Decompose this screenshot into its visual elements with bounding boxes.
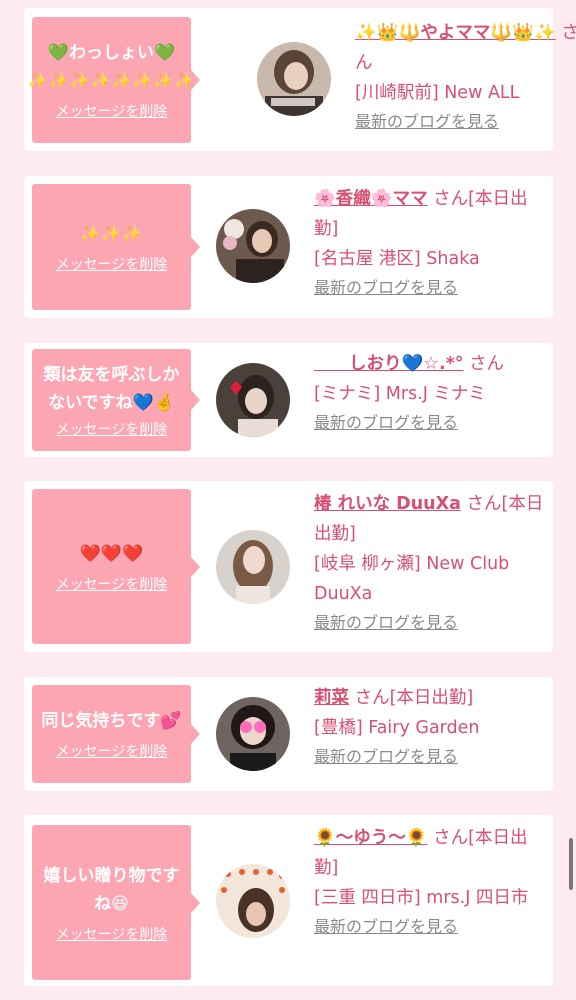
message-bubble: 嬉しい贈り物ですね😆 メッセージを削除 bbox=[32, 825, 200, 980]
delete-message-link[interactable]: メッセージを削除 bbox=[56, 741, 168, 761]
avatar[interactable] bbox=[216, 363, 290, 437]
avatar-photo bbox=[257, 42, 331, 116]
message-text: ✨✨✨ bbox=[80, 224, 143, 243]
avatar-photo bbox=[216, 209, 290, 283]
avatar-photo bbox=[216, 864, 290, 938]
avatar[interactable] bbox=[216, 209, 290, 283]
message-card: ❤️❤️❤️ メッセージを削除 椿 れいな DuuXa さん[本日出勤] [岐阜… bbox=[24, 481, 553, 652]
message-card: 同じ気持ちです💕 メッセージを削除 莉菜 さん[本日出勤] [豊橋] Fairy… bbox=[24, 677, 553, 791]
message-card: 💚わっしょい💚 ✨✨✨✨✨✨✨✨ メッセージを削除 ✨👑🔱やよママ🔱👑✨ さん … bbox=[24, 8, 576, 151]
user-info: 椿 れいな DuuXa さん[本日出勤] [岐阜 柳ヶ瀬] New Club D… bbox=[314, 489, 546, 637]
avatar[interactable] bbox=[216, 697, 290, 771]
user-info: 莉菜 さん[本日出勤] [豊橋] Fairy Garden 最新のブログを見る bbox=[314, 683, 546, 771]
user-name-link[interactable]: 椿 れいな DuuXa bbox=[314, 494, 461, 514]
avatar-photo bbox=[216, 697, 290, 771]
user-location: [川崎駅前] New ALL bbox=[355, 83, 520, 103]
latest-blog-link[interactable]: 最新のブログを見る bbox=[314, 913, 546, 941]
message-bubble: 類は友を呼ぶしかないですね💙🤞 メッセージを削除 bbox=[32, 349, 200, 451]
latest-blog-link[interactable]: 最新のブログを見る bbox=[314, 274, 546, 302]
avatar[interactable] bbox=[216, 530, 290, 604]
message-bubble: 💚わっしょい💚 ✨✨✨✨✨✨✨✨ メッセージを削除 bbox=[28, 17, 200, 143]
delete-message-link[interactable]: メッセージを削除 bbox=[56, 101, 168, 121]
message-text: 同じ気持ちです💕 bbox=[41, 711, 182, 731]
user-info: ✨👑🔱やよママ🔱👑✨ さん [川崎駅前] New ALL 最新のブログを見る bbox=[355, 18, 576, 136]
user-info: しおり💙☆.*° さん [ミナミ] Mrs.J ミナミ 最新のブログを見る bbox=[314, 349, 546, 437]
user-name-link[interactable]: 🌻〜ゆう〜🌻 bbox=[314, 828, 428, 848]
avatar[interactable] bbox=[257, 42, 331, 116]
user-suffix: さん bbox=[469, 354, 505, 374]
delete-message-link[interactable]: メッセージを削除 bbox=[56, 254, 168, 274]
message-bubble: ✨✨✨ メッセージを削除 bbox=[32, 184, 200, 310]
latest-blog-link[interactable]: 最新のブログを見る bbox=[314, 609, 546, 637]
message-bubble: ❤️❤️❤️ メッセージを削除 bbox=[32, 489, 200, 644]
user-location: [ミナミ] Mrs.J ミナミ bbox=[314, 384, 486, 404]
user-name-link[interactable]: しおり💙☆.*° bbox=[314, 354, 464, 374]
user-info: 🌸香織🌸ママ さん[本日出勤] [名古屋 港区] Shaka 最新のブログを見る bbox=[314, 184, 546, 302]
message-card: 類は友を呼ぶしかないですね💙🤞 メッセージを削除 しおり💙☆.*° さん [ミナ… bbox=[24, 343, 553, 457]
user-location: [岐阜 柳ヶ瀬] New Club DuuXa bbox=[314, 554, 510, 604]
message-text: 類は友を呼ぶしかないですね💙🤞 bbox=[43, 365, 180, 413]
latest-blog-link[interactable]: 最新のブログを見る bbox=[355, 108, 576, 136]
delete-message-link[interactable]: メッセージを削除 bbox=[56, 574, 168, 594]
user-name-link[interactable]: ✨👑🔱やよママ🔱👑✨ bbox=[355, 23, 556, 43]
message-text-sparkles: ✨✨✨✨✨✨✨✨ bbox=[27, 71, 196, 90]
avatar-photo bbox=[216, 530, 290, 604]
avatar[interactable] bbox=[216, 864, 290, 938]
avatar-photo bbox=[216, 363, 290, 437]
message-text: ❤️❤️❤️ bbox=[79, 543, 144, 564]
delete-message-link[interactable]: メッセージを削除 bbox=[56, 419, 168, 439]
latest-blog-link[interactable]: 最新のブログを見る bbox=[314, 409, 546, 437]
user-location: [豊橋] Fairy Garden bbox=[314, 718, 480, 738]
user-suffix: さん[本日出勤] bbox=[354, 688, 474, 708]
user-name-link[interactable]: 莉菜 bbox=[314, 688, 349, 708]
message-bubble: 同じ気持ちです💕 メッセージを削除 bbox=[32, 685, 200, 783]
message-card: 嬉しい贈り物ですね😆 メッセージを削除 🌻〜ゆう〜🌻 さん[本日出勤] [三重 … bbox=[24, 815, 553, 986]
user-info: 🌻〜ゆう〜🌻 さん[本日出勤] [三重 四日市] mrs.J 四日市 最新のブロ… bbox=[314, 823, 546, 941]
scrollbar[interactable] bbox=[569, 838, 573, 890]
message-text: 嬉しい贈り物ですね😆 bbox=[43, 865, 180, 914]
user-location: [名古屋 港区] Shaka bbox=[314, 249, 480, 269]
latest-blog-link[interactable]: 最新のブログを見る bbox=[314, 743, 546, 771]
message-text: 💚わっしょい💚 bbox=[47, 43, 176, 63]
user-location: [三重 四日市] mrs.J 四日市 bbox=[314, 888, 529, 908]
delete-message-link[interactable]: メッセージを削除 bbox=[56, 924, 168, 944]
message-card: ✨✨✨ メッセージを削除 🌸香織🌸ママ さん[本日出勤] [名古屋 港区] Sh… bbox=[24, 176, 553, 318]
user-name-link[interactable]: 🌸香織🌸ママ bbox=[314, 189, 428, 209]
